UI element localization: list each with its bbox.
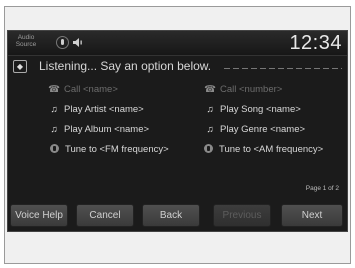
audio-source-label-top: Audio [17,34,35,41]
audio-source-label-bottom: Source [15,41,37,48]
music-note-icon: ♫ [206,104,214,115]
voice-prompt-row: ◆ Listening... Say an option below. [8,58,347,78]
command-label: Play Genre <name> [220,124,306,135]
command-play-song[interactable]: ♫ Play Song <name> [204,104,301,115]
speaker-icon [73,38,82,47]
command-label: Tune to <AM frequency> [219,144,324,155]
microphone-icon [56,36,69,49]
music-note-icon: ♫ [50,124,58,135]
previous-button[interactable]: Previous [213,204,271,227]
voice-level-indicator [224,68,342,69]
cancel-button[interactable]: Cancel [76,204,134,227]
music-note-icon: ♫ [206,124,214,135]
phone-icon: ☎ [204,84,216,95]
page-indicator: Page 1 of 2 [305,185,339,192]
phone-icon: ☎ [48,84,60,95]
command-call-name[interactable]: ☎ Call <name> [48,84,118,95]
command-label: Tune to <FM frequency> [65,144,169,155]
command-label: Call <number> [220,84,283,95]
command-label: Call <name> [64,84,118,95]
clock: 12:34 [289,32,342,54]
command-label: Play Song <name> [220,104,301,115]
status-bar: Audio Source 12:34 [8,31,347,56]
button-bar: Voice Help Cancel Back Previous Next [8,201,347,231]
music-note-icon: ♫ [50,104,58,115]
command-play-album[interactable]: ♫ Play Album <name> [48,124,149,135]
command-label: Play Artist <name> [64,104,144,115]
command-play-artist[interactable]: ♫ Play Artist <name> [48,104,144,115]
command-tune-am[interactable]: Tune to <AM frequency> [204,144,323,155]
next-button[interactable]: Next [281,204,343,227]
command-tune-fm[interactable]: Tune to <FM frequency> [50,144,169,155]
command-play-genre[interactable]: ♫ Play Genre <name> [204,124,305,135]
radio-icon [50,144,59,153]
voice-help-button[interactable]: Voice Help [10,204,68,227]
back-button[interactable]: Back [142,204,200,227]
command-call-number[interactable]: ☎ Call <number> [204,84,282,95]
infotainment-screen: Audio Source 12:34 ◆ Listening... Say an… [7,30,348,232]
audio-source-button[interactable]: Audio Source [14,34,38,48]
radio-icon [204,144,213,153]
command-label: Play Album <name> [64,124,150,135]
listening-prompt: Listening... Say an option below. [39,59,212,73]
voice-command-icon: ◆ [13,60,27,73]
